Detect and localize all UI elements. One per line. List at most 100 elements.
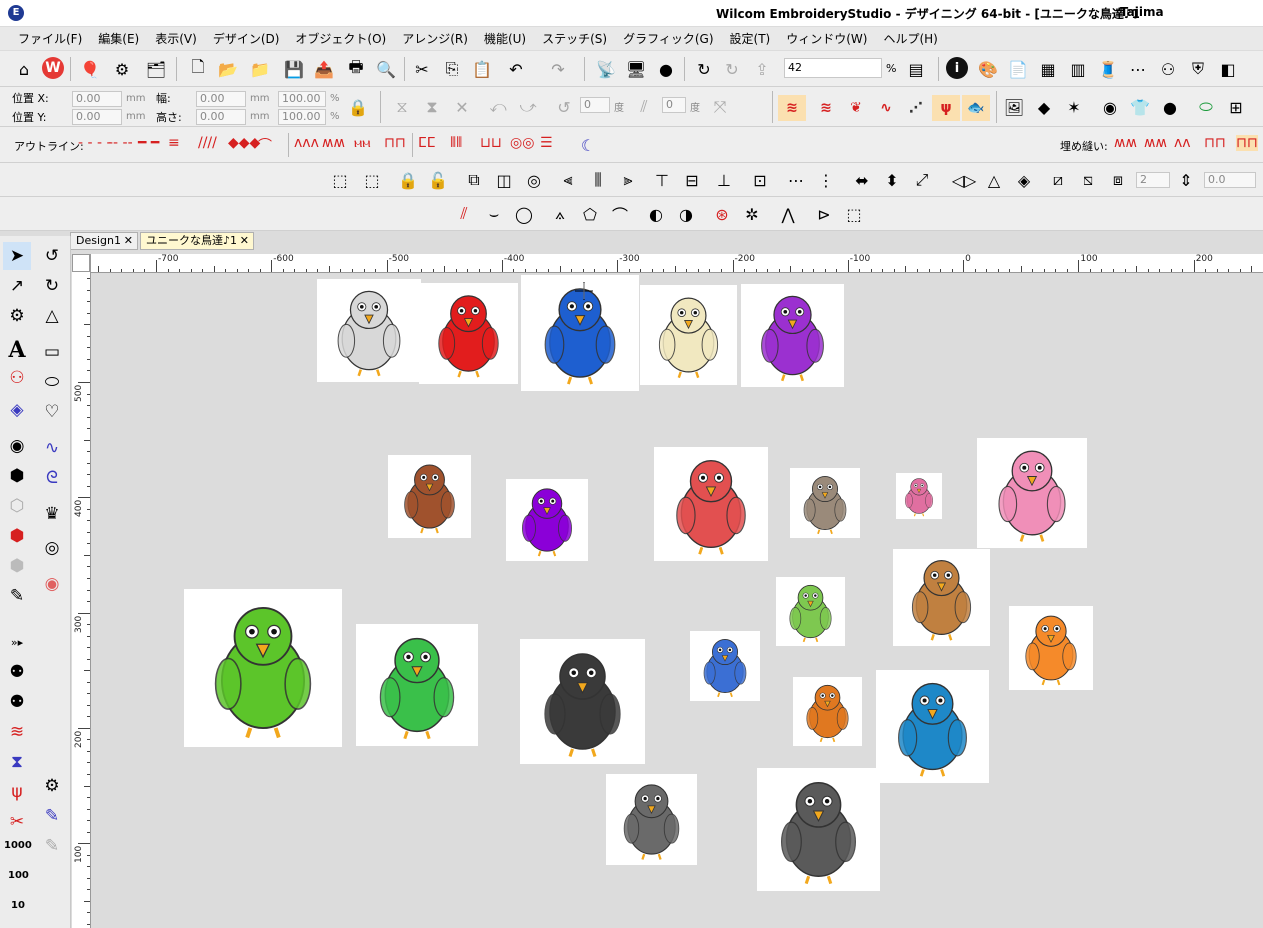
outline-cross-icon[interactable]: ⦀⦀ <box>450 135 462 151</box>
team-names-icon[interactable]: ⚇ <box>3 364 31 392</box>
hexagon-icon[interactable]: ⬢ <box>3 462 31 490</box>
outline-moon-icon[interactable]: ☾ <box>576 133 600 157</box>
knife-icon[interactable]: ⫽ <box>452 202 476 226</box>
fish-icon[interactable]: 🐟 <box>962 95 990 121</box>
bird-design-tiny-pink-bird[interactable] <box>896 473 942 519</box>
menu-help[interactable]: ヘルプ(H) <box>875 30 945 47</box>
wheel-icon[interactable]: ✲ <box>740 202 764 226</box>
close-icon[interactable]: ✕ <box>240 233 249 249</box>
shapes-icon[interactable]: ◆ <box>1032 95 1056 119</box>
needle-icon[interactable]: ✎ <box>38 802 66 830</box>
select-arrow-icon[interactable]: ➤ <box>3 242 31 270</box>
people-stack2-icon[interactable]: ⚉ <box>3 688 31 716</box>
align-left-icon[interactable]: ⫷ <box>556 168 580 192</box>
outline-zigzag-icon[interactable]: ≡ <box>168 135 180 151</box>
flag-icon[interactable]: ⊳ <box>812 202 836 226</box>
thread-tools-icon[interactable]: ⚙ <box>110 57 134 81</box>
align-top-icon[interactable]: ⊤ <box>650 168 674 192</box>
fork-red-icon[interactable]: ψ <box>3 778 31 806</box>
hoop-oval-icon[interactable]: ⬭ <box>1194 95 1218 119</box>
color-balls-icon[interactable]: ● <box>1158 95 1182 119</box>
reshape-icon[interactable]: ⟑ <box>548 202 572 226</box>
split-icon[interactable]: ⌣ <box>482 202 506 226</box>
lock-proportion-icon[interactable]: 🔒 <box>346 95 370 119</box>
menu-arrange[interactable]: アレンジ(R) <box>394 30 476 47</box>
stamp-icon[interactable]: ⛨ <box>1186 57 1210 81</box>
path-icon[interactable]: ⋀ <box>776 202 800 226</box>
height-field[interactable]: 0.00 <box>196 109 246 125</box>
zoom-box-icon[interactable]: ▤ <box>904 57 928 81</box>
crown-icon[interactable]: ♛ <box>38 500 66 528</box>
design-canvas[interactable] <box>91 273 1263 928</box>
close-icon[interactable]: ✕ <box>124 233 133 249</box>
menu-view[interactable]: 表示(V) <box>147 30 205 47</box>
rotate-field[interactable]: 0 <box>580 97 610 113</box>
bird-design-orange-phoenix[interactable] <box>1009 606 1093 690</box>
hexagon-outline-icon[interactable]: ⬡ <box>3 492 31 520</box>
run-stitch-icon[interactable]: ⋰ <box>902 95 930 121</box>
undo-icon[interactable]: ↶ <box>504 57 528 81</box>
hoop-icon[interactable]: ↻ <box>692 57 716 81</box>
fill-square-icon[interactable]: ⊓⊓ <box>1204 135 1226 151</box>
lock-icon[interactable]: 🔒 <box>396 168 420 192</box>
bird-design-brown-owl[interactable] <box>388 455 471 538</box>
people-stack-icon[interactable]: ⚉ <box>3 658 31 686</box>
bird-design-blue-owl[interactable] <box>690 631 760 701</box>
picture-icon[interactable]: 🖼 <box>1002 95 1026 119</box>
stitch-list-icon[interactable]: 📄 <box>1006 57 1030 81</box>
outline-coil-icon[interactable]: ◎◎ <box>510 135 534 151</box>
array-count-field[interactable]: 2 <box>1136 172 1170 188</box>
spool-icon[interactable]: 🧵 <box>1096 57 1120 81</box>
fill-arches-icon[interactable]: ⊓⊓ <box>1236 135 1258 151</box>
grid-icon[interactable]: ⊞ <box>1224 95 1248 119</box>
print-icon[interactable]: 🖶 <box>344 57 368 81</box>
slant-icon[interactable]: ⫽ <box>632 95 656 119</box>
thread-chart-icon[interactable]: ▥ <box>1066 57 1090 81</box>
scissors-red-icon[interactable]: ✂ <box>3 808 31 836</box>
outline-satin-icon[interactable]: //// <box>198 135 217 151</box>
slant-field[interactable]: 0 <box>662 97 686 113</box>
flip-h-icon[interactable]: ◁▷ <box>952 168 977 192</box>
width-field[interactable]: 0.00 <box>196 91 246 107</box>
outline-square-icon[interactable]: ⊔⊔ <box>480 135 502 151</box>
color-dots-icon[interactable]: ● <box>654 57 678 81</box>
bird-design-orange-sparrow[interactable] <box>793 677 862 746</box>
print-preview-icon[interactable]: 🔍 <box>374 57 398 81</box>
bird-design-green-hummingbird[interactable] <box>356 624 478 746</box>
mirror-v-icon[interactable]: ⧗ <box>420 95 444 119</box>
outline-arches-icon[interactable]: ⲙⲙ <box>354 135 371 151</box>
target-icon[interactable]: ⊛ <box>710 202 734 226</box>
monogram-icon[interactable]: ◈ <box>3 396 31 424</box>
curve-digitize2-icon[interactable]: ↻ <box>38 272 66 300</box>
satin-stitch-icon[interactable]: ≋ <box>778 95 806 121</box>
arc-icon[interactable]: ⌒ <box>608 202 632 226</box>
fill-zigzag-icon[interactable]: ʍʍ <box>1114 135 1137 151</box>
menu-stitch[interactable]: ステッチ(S) <box>534 30 615 47</box>
applique-pink-icon[interactable]: ◉ <box>38 570 66 598</box>
space-v-icon[interactable]: ⬍ <box>880 168 904 192</box>
redo-icon[interactable]: ↷ <box>546 57 570 81</box>
duplicate-icon[interactable]: ⧈ <box>1106 168 1130 192</box>
people-icon[interactable]: ⚇ <box>1156 57 1180 81</box>
needle-disabled-icon[interactable]: ✎ <box>38 832 66 860</box>
mirror-h-icon[interactable]: ⧖ <box>390 95 414 119</box>
align-bottom-icon[interactable]: ⊥ <box>712 168 736 192</box>
fill-wave-icon[interactable]: ʌʌ <box>1174 135 1191 151</box>
flip-both-icon[interactable]: ◈ <box>1012 168 1036 192</box>
fill-stitch-icon[interactable]: ≋ <box>812 95 840 121</box>
reshape-arrow-icon[interactable]: ↗ <box>3 272 31 300</box>
select-frame2-icon[interactable]: ⬚ <box>360 168 384 192</box>
group-icon[interactable]: ⧉ <box>462 168 486 192</box>
spool-blue-icon[interactable]: ⧗ <box>3 748 31 776</box>
menu-settings[interactable]: 設定(T) <box>722 30 779 47</box>
unlock-icon[interactable]: 🔓 <box>426 168 450 192</box>
export-icon[interactable]: 📤 <box>312 57 336 81</box>
distribute-h-icon[interactable]: ⋯ <box>784 168 808 192</box>
outline-bars-icon[interactable]: ☰ <box>540 135 553 151</box>
dotted-grid-icon[interactable]: ⋯ <box>1126 57 1150 81</box>
open-recent-icon[interactable]: 📁 <box>248 57 272 81</box>
array-icon[interactable]: ⧄ <box>1046 168 1070 192</box>
design-library-icon[interactable]: 🗂 <box>144 57 168 81</box>
outline-blanket-icon[interactable]: ⊓⊓ <box>384 135 406 151</box>
balloon-icon[interactable]: 🎈 <box>78 57 102 81</box>
